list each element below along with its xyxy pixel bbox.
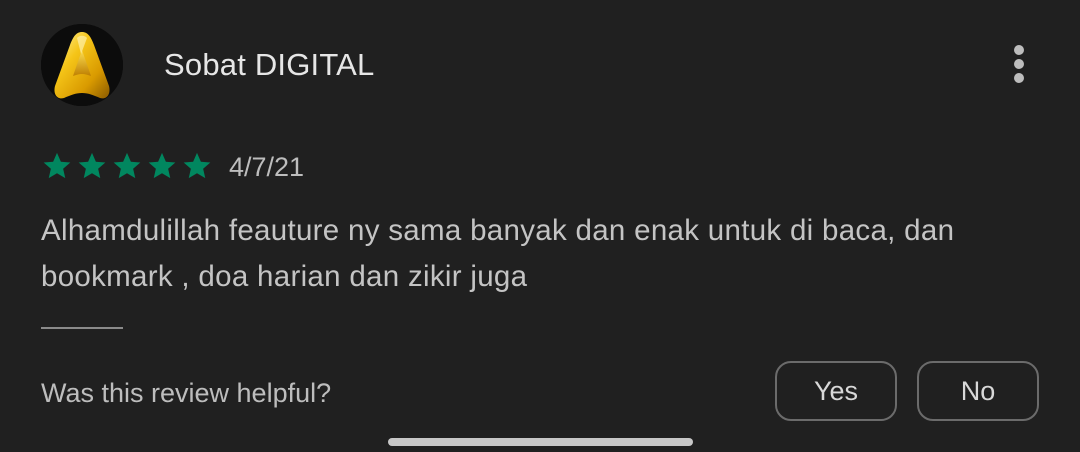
more-dot [1014, 45, 1024, 55]
avatar [41, 24, 123, 106]
star-icon [43, 152, 71, 179]
review-author-name: Sobat DIGITAL [164, 47, 375, 82]
star-rating [41, 150, 213, 182]
star-icon [113, 152, 141, 179]
more-options-icon[interactable] [998, 40, 1040, 88]
helpful-no-button[interactable]: No [917, 361, 1039, 421]
more-dot [1014, 59, 1024, 69]
more-dot [1014, 73, 1024, 83]
home-indicator[interactable] [388, 438, 693, 446]
star-icon [78, 152, 106, 179]
star-icon [183, 152, 211, 179]
star-icon [148, 152, 176, 179]
divider [41, 327, 123, 329]
review-text: Alhamdulillah feauture ny sama banyak da… [41, 214, 955, 293]
helpful-question: Was this review helpful? [41, 378, 332, 408]
golden-a-logo-icon [41, 24, 123, 106]
review-date: 4/7/21 [229, 152, 305, 182]
helpful-yes-button[interactable]: Yes [775, 361, 897, 421]
